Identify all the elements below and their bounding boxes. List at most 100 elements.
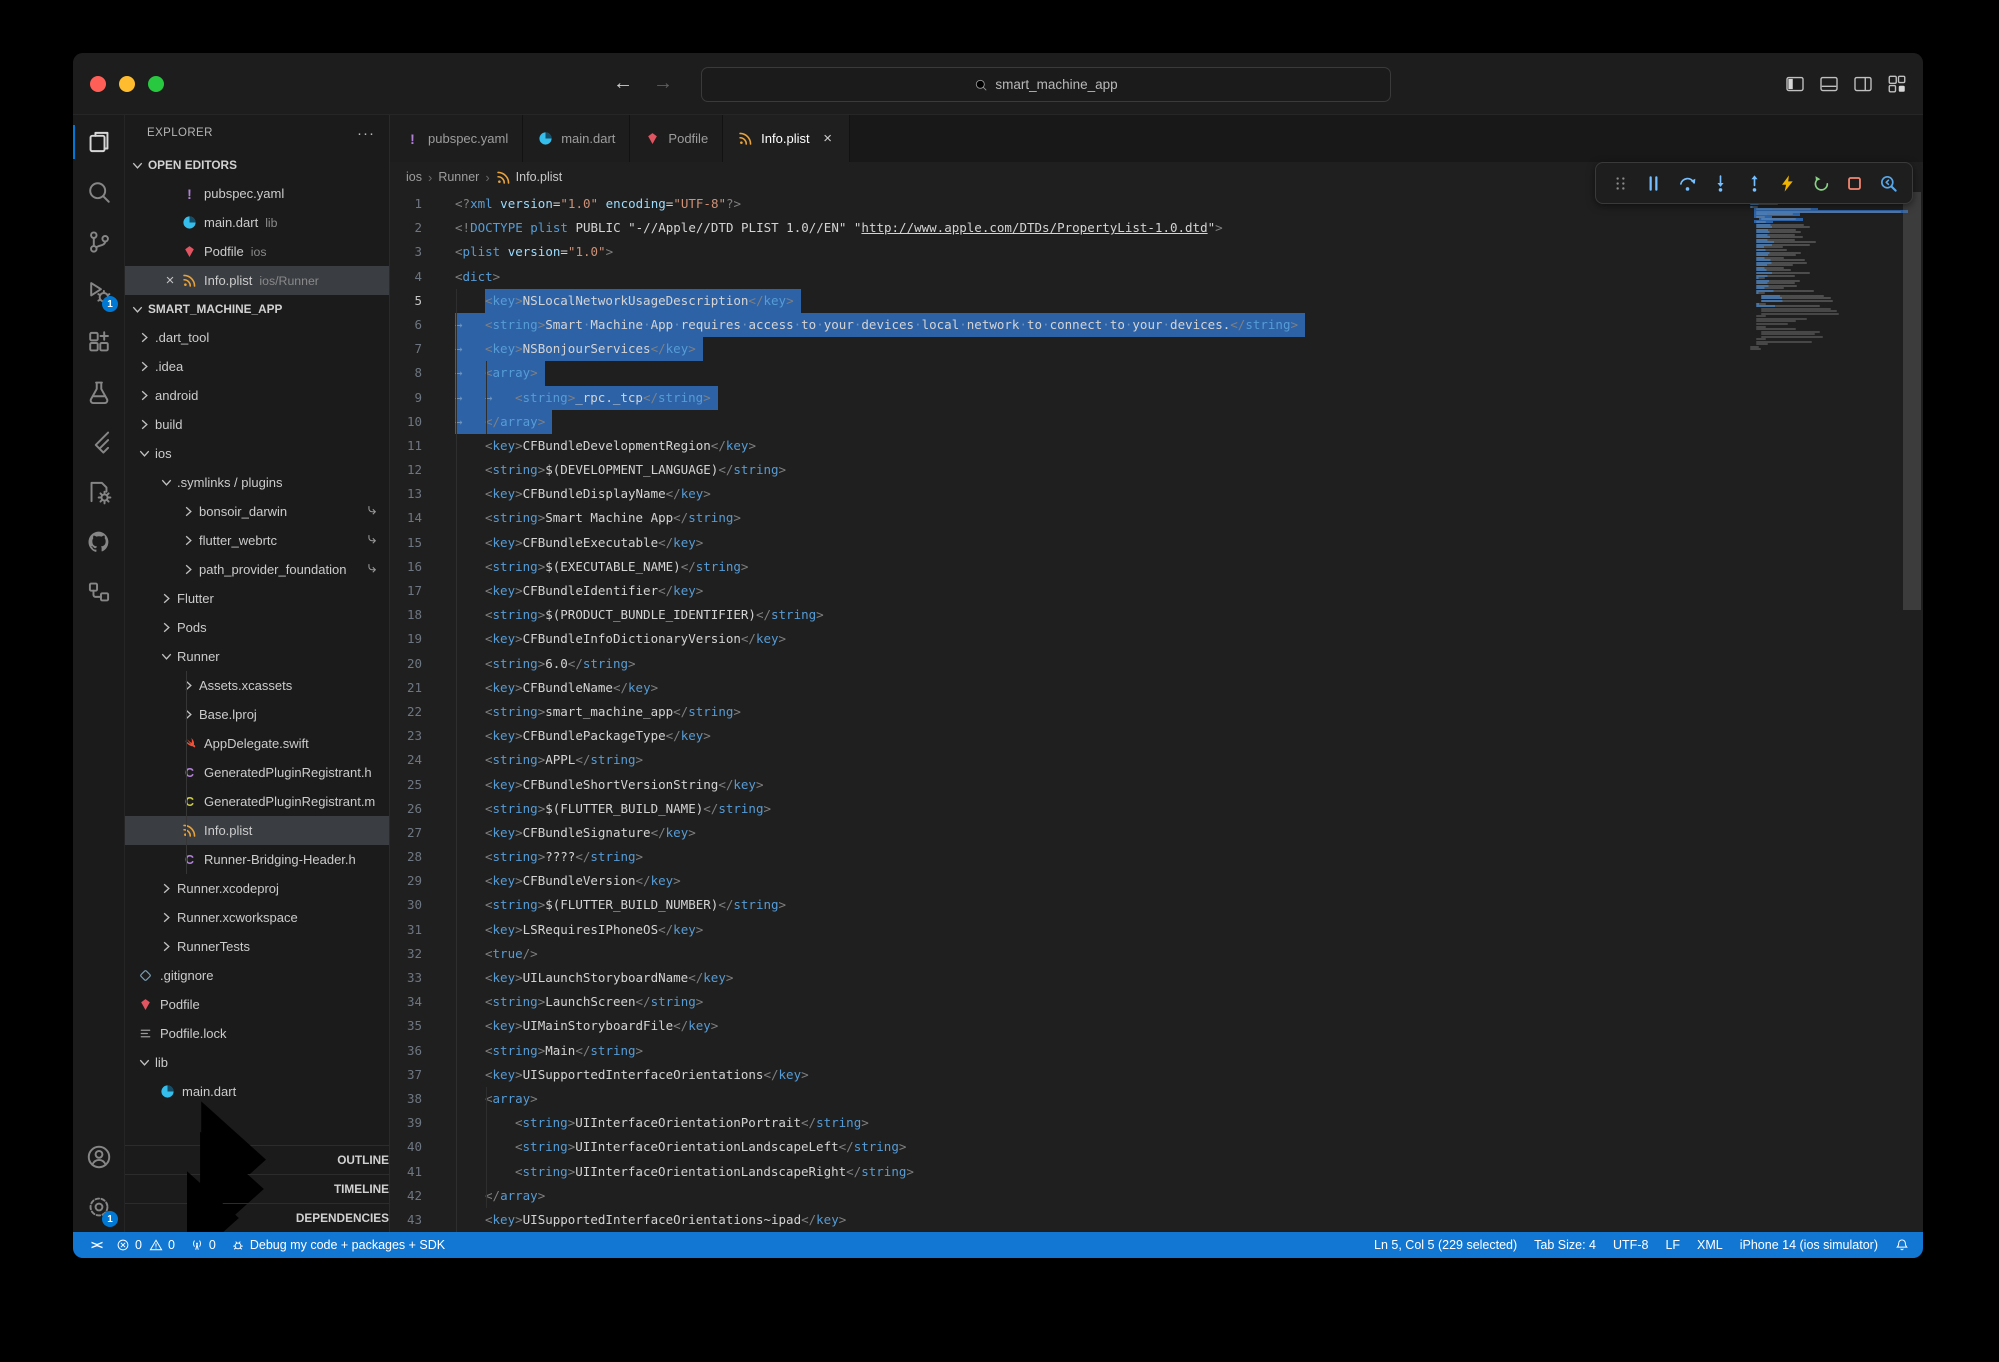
code-line-12[interactable]: 12<string>$(DEVELOPMENT_LANGUAGE)</strin…: [390, 458, 1923, 482]
panel-dependencies[interactable]: DEPENDENCIES: [125, 1203, 389, 1232]
status-device[interactable]: iPhone 14 (ios simulator): [1740, 1238, 1878, 1252]
line-number[interactable]: 36: [390, 1039, 455, 1063]
breadcrumb-file[interactable]: Info.plist: [496, 169, 563, 186]
tree-item-.gitignore[interactable]: .gitignore: [125, 961, 389, 990]
code-line-29[interactable]: 29<key>CFBundleVersion</key>: [390, 869, 1923, 893]
tree-item-Info.plist[interactable]: Info.plist: [125, 816, 389, 845]
line-number[interactable]: 14: [390, 506, 455, 530]
line-number[interactable]: 39: [390, 1111, 455, 1135]
line-number[interactable]: 16: [390, 555, 455, 579]
notifications-bell[interactable]: [1895, 1238, 1909, 1252]
code-line-21[interactable]: 21<key>CFBundleName</key>: [390, 676, 1923, 700]
tree-item-bonsoir_darwin[interactable]: bonsoir_darwin: [125, 497, 389, 526]
code-line-42[interactable]: 42</array>: [390, 1184, 1923, 1208]
tree-item-GeneratedPluginRegistrant.m[interactable]: CGeneratedPluginRegistrant.m: [125, 787, 389, 816]
tree-item-.dart_tool[interactable]: .dart_tool: [125, 323, 389, 352]
tab-Podfile[interactable]: Podfile: [630, 115, 723, 162]
code-line-5[interactable]: 5<key>NSLocalNetworkUsageDescription</ke…: [390, 289, 1923, 313]
hot-reload-button[interactable]: [1777, 172, 1799, 194]
tab-main.dart[interactable]: main.dart: [523, 115, 630, 162]
line-number[interactable]: 34: [390, 990, 455, 1014]
tree-item-Podfile.lock[interactable]: Podfile.lock: [125, 1019, 389, 1048]
status-tab-size[interactable]: Tab Size: 4: [1534, 1238, 1596, 1252]
line-number[interactable]: 17: [390, 579, 455, 603]
tree-item-Runner-Bridging-Header.h[interactable]: CRunner-Bridging-Header.h: [125, 845, 389, 874]
tree-item-ios[interactable]: ios: [125, 439, 389, 468]
line-number[interactable]: 12: [390, 458, 455, 482]
forwarded-ports[interactable]: 0: [190, 1238, 216, 1252]
line-number[interactable]: 15: [390, 531, 455, 555]
code-line-35[interactable]: 35<key>UIMainStoryboardFile</key>: [390, 1014, 1923, 1038]
step-over-button[interactable]: [1676, 172, 1698, 194]
activity-run-and-debug[interactable]: 1: [73, 267, 124, 317]
code-line-7[interactable]: 7→<key>NSBonjourServices</key>: [390, 337, 1923, 361]
open-editor-Podfile[interactable]: Podfileios: [125, 237, 389, 266]
minimap[interactable]: [1746, 192, 1901, 1232]
line-number[interactable]: 2: [390, 216, 455, 240]
step-into-button[interactable]: [1710, 172, 1732, 194]
restart-button[interactable]: [1810, 172, 1832, 194]
line-number[interactable]: 1: [390, 192, 455, 216]
line-number[interactable]: 18: [390, 603, 455, 627]
tree-item-.idea[interactable]: .idea: [125, 352, 389, 381]
pause-button[interactable]: [1643, 172, 1665, 194]
tab-Info.plist[interactable]: Info.plist×: [723, 115, 849, 162]
tree-item-Base.lproj[interactable]: Base.lproj: [125, 700, 389, 729]
activity-github[interactable]: [73, 517, 124, 567]
status-cursor-position[interactable]: Ln 5, Col 5 (229 selected): [1374, 1238, 1517, 1252]
line-number[interactable]: 21: [390, 676, 455, 700]
project-section-header[interactable]: SMART_MACHINE_APP: [125, 295, 389, 323]
code-line-41[interactable]: 41<string>UIInterfaceOrientationLandscap…: [390, 1160, 1923, 1184]
line-number[interactable]: 10: [390, 410, 455, 434]
forward-button[interactable]: →: [653, 72, 673, 95]
line-number[interactable]: 4: [390, 265, 455, 289]
line-number[interactable]: 25: [390, 773, 455, 797]
tree-item-RunnerTests[interactable]: RunnerTests: [125, 932, 389, 961]
line-number[interactable]: 5: [390, 289, 455, 313]
line-number[interactable]: 35: [390, 1014, 455, 1038]
code-line-28[interactable]: 28<string>????</string>: [390, 845, 1923, 869]
status-encoding[interactable]: UTF-8: [1613, 1238, 1648, 1252]
code-line-10[interactable]: 10→</array>: [390, 410, 1923, 434]
step-out-button[interactable]: [1743, 172, 1765, 194]
code-line-34[interactable]: 34<string>LaunchScreen</string>: [390, 990, 1923, 1014]
tree-item-main.dart[interactable]: main.dart: [125, 1077, 389, 1106]
toggle-primary-sidebar-button[interactable]: [1784, 73, 1805, 94]
drag-grip-button[interactable]: [1609, 172, 1631, 194]
activity-settings[interactable]: 1: [73, 1182, 124, 1232]
toggle-panel-button[interactable]: [1818, 73, 1839, 94]
line-number[interactable]: 9: [390, 386, 455, 410]
code-line-19[interactable]: 19<key>CFBundleInfoDictionaryVersion</ke…: [390, 627, 1923, 651]
code-line-8[interactable]: 8→<array>: [390, 361, 1923, 385]
toggle-secondary-sidebar-button[interactable]: [1852, 73, 1873, 94]
line-number[interactable]: 41: [390, 1160, 455, 1184]
code-line-2[interactable]: 2<!DOCTYPE plist PUBLIC "-//Apple//DTD P…: [390, 216, 1923, 240]
activity-source-control[interactable]: [73, 217, 124, 267]
activity-explorer[interactable]: [73, 117, 124, 167]
line-number[interactable]: 6: [390, 313, 455, 337]
code-line-32[interactable]: 32<true/>: [390, 942, 1923, 966]
open-editor-main.dart[interactable]: main.dartlib: [125, 208, 389, 237]
line-number[interactable]: 42: [390, 1184, 455, 1208]
activity-code-settings[interactable]: [73, 467, 124, 517]
tree-item-AppDelegate.swift[interactable]: AppDelegate.swift: [125, 729, 389, 758]
widget-inspector-button[interactable]: [1877, 172, 1899, 194]
line-number[interactable]: 37: [390, 1063, 455, 1087]
customize-layout-button[interactable]: [1886, 73, 1907, 94]
code-line-39[interactable]: 39<string>UIInterfaceOrientationPortrait…: [390, 1111, 1923, 1135]
code-line-14[interactable]: 14<string>Smart Machine App</string>: [390, 506, 1923, 530]
line-number[interactable]: 19: [390, 627, 455, 651]
status-eol[interactable]: LF: [1665, 1238, 1680, 1252]
code-line-18[interactable]: 18<string>$(PRODUCT_BUNDLE_IDENTIFIER)</…: [390, 603, 1923, 627]
line-number[interactable]: 30: [390, 893, 455, 917]
code-line-6[interactable]: 6→<string>Smart·Machine·App·requires·acc…: [390, 313, 1923, 337]
tree-item-lib[interactable]: lib: [125, 1048, 389, 1077]
code-line-4[interactable]: 4<dict>: [390, 265, 1923, 289]
activity-accounts[interactable]: [73, 1132, 124, 1182]
activity-testing[interactable]: [73, 367, 124, 417]
tree-item-Runner.xcworkspace[interactable]: Runner.xcworkspace: [125, 903, 389, 932]
code-line-20[interactable]: 20<string>6.0</string>: [390, 652, 1923, 676]
close-tab-icon[interactable]: ×: [821, 130, 835, 147]
line-number[interactable]: 3: [390, 240, 455, 264]
problems-errors[interactable]: 0: [116, 1238, 142, 1252]
